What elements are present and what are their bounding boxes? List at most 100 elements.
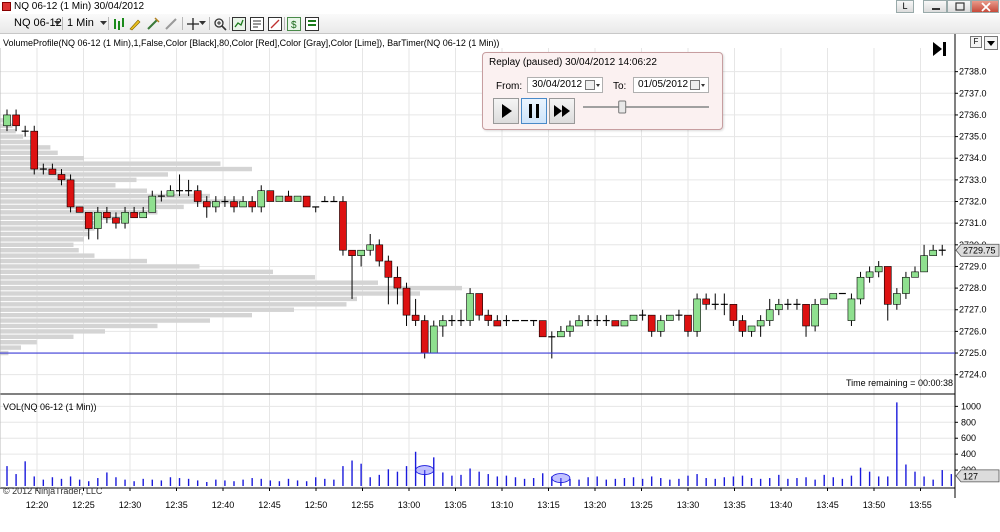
time-tick-label: 13:25 <box>630 500 653 510</box>
profile-bar <box>0 183 116 188</box>
candle-body <box>103 212 111 219</box>
replay-panel: Replay (paused) 30/04/2012 14:06:22 From… <box>482 52 723 130</box>
price-tick-label: 2731.0 <box>959 218 987 228</box>
speed-slider[interactable] <box>581 99 713 115</box>
candle-body <box>57 174 66 181</box>
to-label: To: <box>613 81 627 92</box>
fast-forward-button[interactable] <box>549 98 575 124</box>
candle-body <box>747 325 756 332</box>
price-tick-label: 2734.0 <box>959 153 987 163</box>
copyright-text: © 2012 NinjaTrader, LLC <box>3 486 103 496</box>
candle-body <box>357 249 365 256</box>
candle-body <box>439 320 447 327</box>
time-tick-label: 13:20 <box>584 500 607 510</box>
candle-body <box>66 179 75 208</box>
candle-body <box>139 212 147 219</box>
candle-body <box>566 325 574 332</box>
candle-body <box>212 201 220 208</box>
candle-body <box>493 320 502 327</box>
profile-bar <box>0 269 273 275</box>
candle-body <box>48 168 57 175</box>
candle-body <box>239 201 247 208</box>
calendar-icon[interactable] <box>585 80 601 91</box>
profile-bar <box>0 193 210 199</box>
candle-body <box>466 293 474 321</box>
profile-bar <box>0 302 347 307</box>
slider-thumb[interactable] <box>618 100 627 114</box>
candle-body <box>647 314 656 332</box>
candle-body <box>756 320 765 327</box>
profile-bar <box>0 253 95 258</box>
jump-to-end-icon[interactable] <box>932 41 948 57</box>
chart-f-button[interactable]: F <box>970 36 982 48</box>
volume-bars <box>6 402 953 486</box>
candle-body <box>366 244 375 251</box>
profile-bar <box>0 231 90 237</box>
price-tick-label: 2732.0 <box>959 197 987 207</box>
time-tick-label: 12:40 <box>212 500 235 510</box>
candle-body <box>611 320 620 327</box>
profile-bar <box>0 323 158 329</box>
candle-body <box>284 195 293 202</box>
candle-body <box>820 298 829 305</box>
profile-bar <box>0 172 168 177</box>
time-tick-label: 12:50 <box>305 500 328 510</box>
calendar-icon[interactable] <box>690 80 706 91</box>
candle-body <box>293 195 302 202</box>
candle-body <box>339 201 347 251</box>
from-label: From: <box>496 81 523 92</box>
price-tick-label: 2736.0 <box>959 110 987 120</box>
candle-body <box>166 190 175 197</box>
profile-bar <box>0 139 32 145</box>
candle-body <box>302 195 311 208</box>
play-icon <box>502 104 512 118</box>
candle-body <box>629 314 638 321</box>
candle-body <box>112 217 120 224</box>
candle-body <box>3 114 11 127</box>
candle-body <box>893 293 901 305</box>
pause-button[interactable] <box>521 98 547 124</box>
volume-tick-label: 400 <box>961 449 976 459</box>
profile-bar <box>0 134 24 139</box>
price-tick-label: 2725.0 <box>959 348 987 358</box>
candle-body <box>384 260 393 278</box>
candle-body <box>693 298 701 332</box>
time-tick-label: 12:35 <box>165 500 188 510</box>
profile-bar <box>0 340 37 345</box>
bar-timer: Time remaining = 00:00:38 <box>846 378 953 388</box>
last-price-tag: 2729.75 <box>955 243 1000 257</box>
candle-body <box>375 244 384 262</box>
profile-bar <box>0 334 74 340</box>
candle-body <box>75 206 84 213</box>
profile-bar <box>0 226 95 231</box>
time-tick-label: 13:35 <box>723 500 746 510</box>
candle-body <box>883 266 892 305</box>
price-tick-label: 2724.0 <box>959 370 987 380</box>
price-tick-label: 2726.0 <box>959 326 987 336</box>
last-volume-tag: 127 <box>955 469 1000 483</box>
chart-menu-button[interactable] <box>984 36 998 50</box>
candle-body <box>666 314 674 321</box>
play-button[interactable] <box>493 98 519 124</box>
candle-body <box>874 266 883 273</box>
time-tick-label: 13:10 <box>491 500 514 510</box>
candle-body <box>856 276 865 300</box>
candle-body <box>257 190 266 208</box>
candle-body <box>130 212 138 219</box>
time-tick-label: 12:25 <box>72 500 95 510</box>
candle-body <box>84 212 93 229</box>
candle-body <box>865 271 874 278</box>
candle-body <box>902 276 910 294</box>
time-tick-label: 13:15 <box>537 500 560 510</box>
profile-bar <box>0 248 79 253</box>
replay-title: Replay (paused) 30/04/2012 14:06:22 <box>489 57 657 68</box>
price-tick-label: 2728.0 <box>959 283 987 293</box>
candle-body <box>275 195 284 202</box>
candle-body <box>765 309 774 321</box>
pause-icon <box>529 104 539 118</box>
profile-bar <box>0 237 84 242</box>
volume-panel-label: VOL(NQ 06-12 (1 Min)) <box>3 402 97 412</box>
profile-bar <box>0 307 294 312</box>
profile-bar <box>0 345 21 350</box>
volume-tick-label: 1000 <box>961 401 981 411</box>
